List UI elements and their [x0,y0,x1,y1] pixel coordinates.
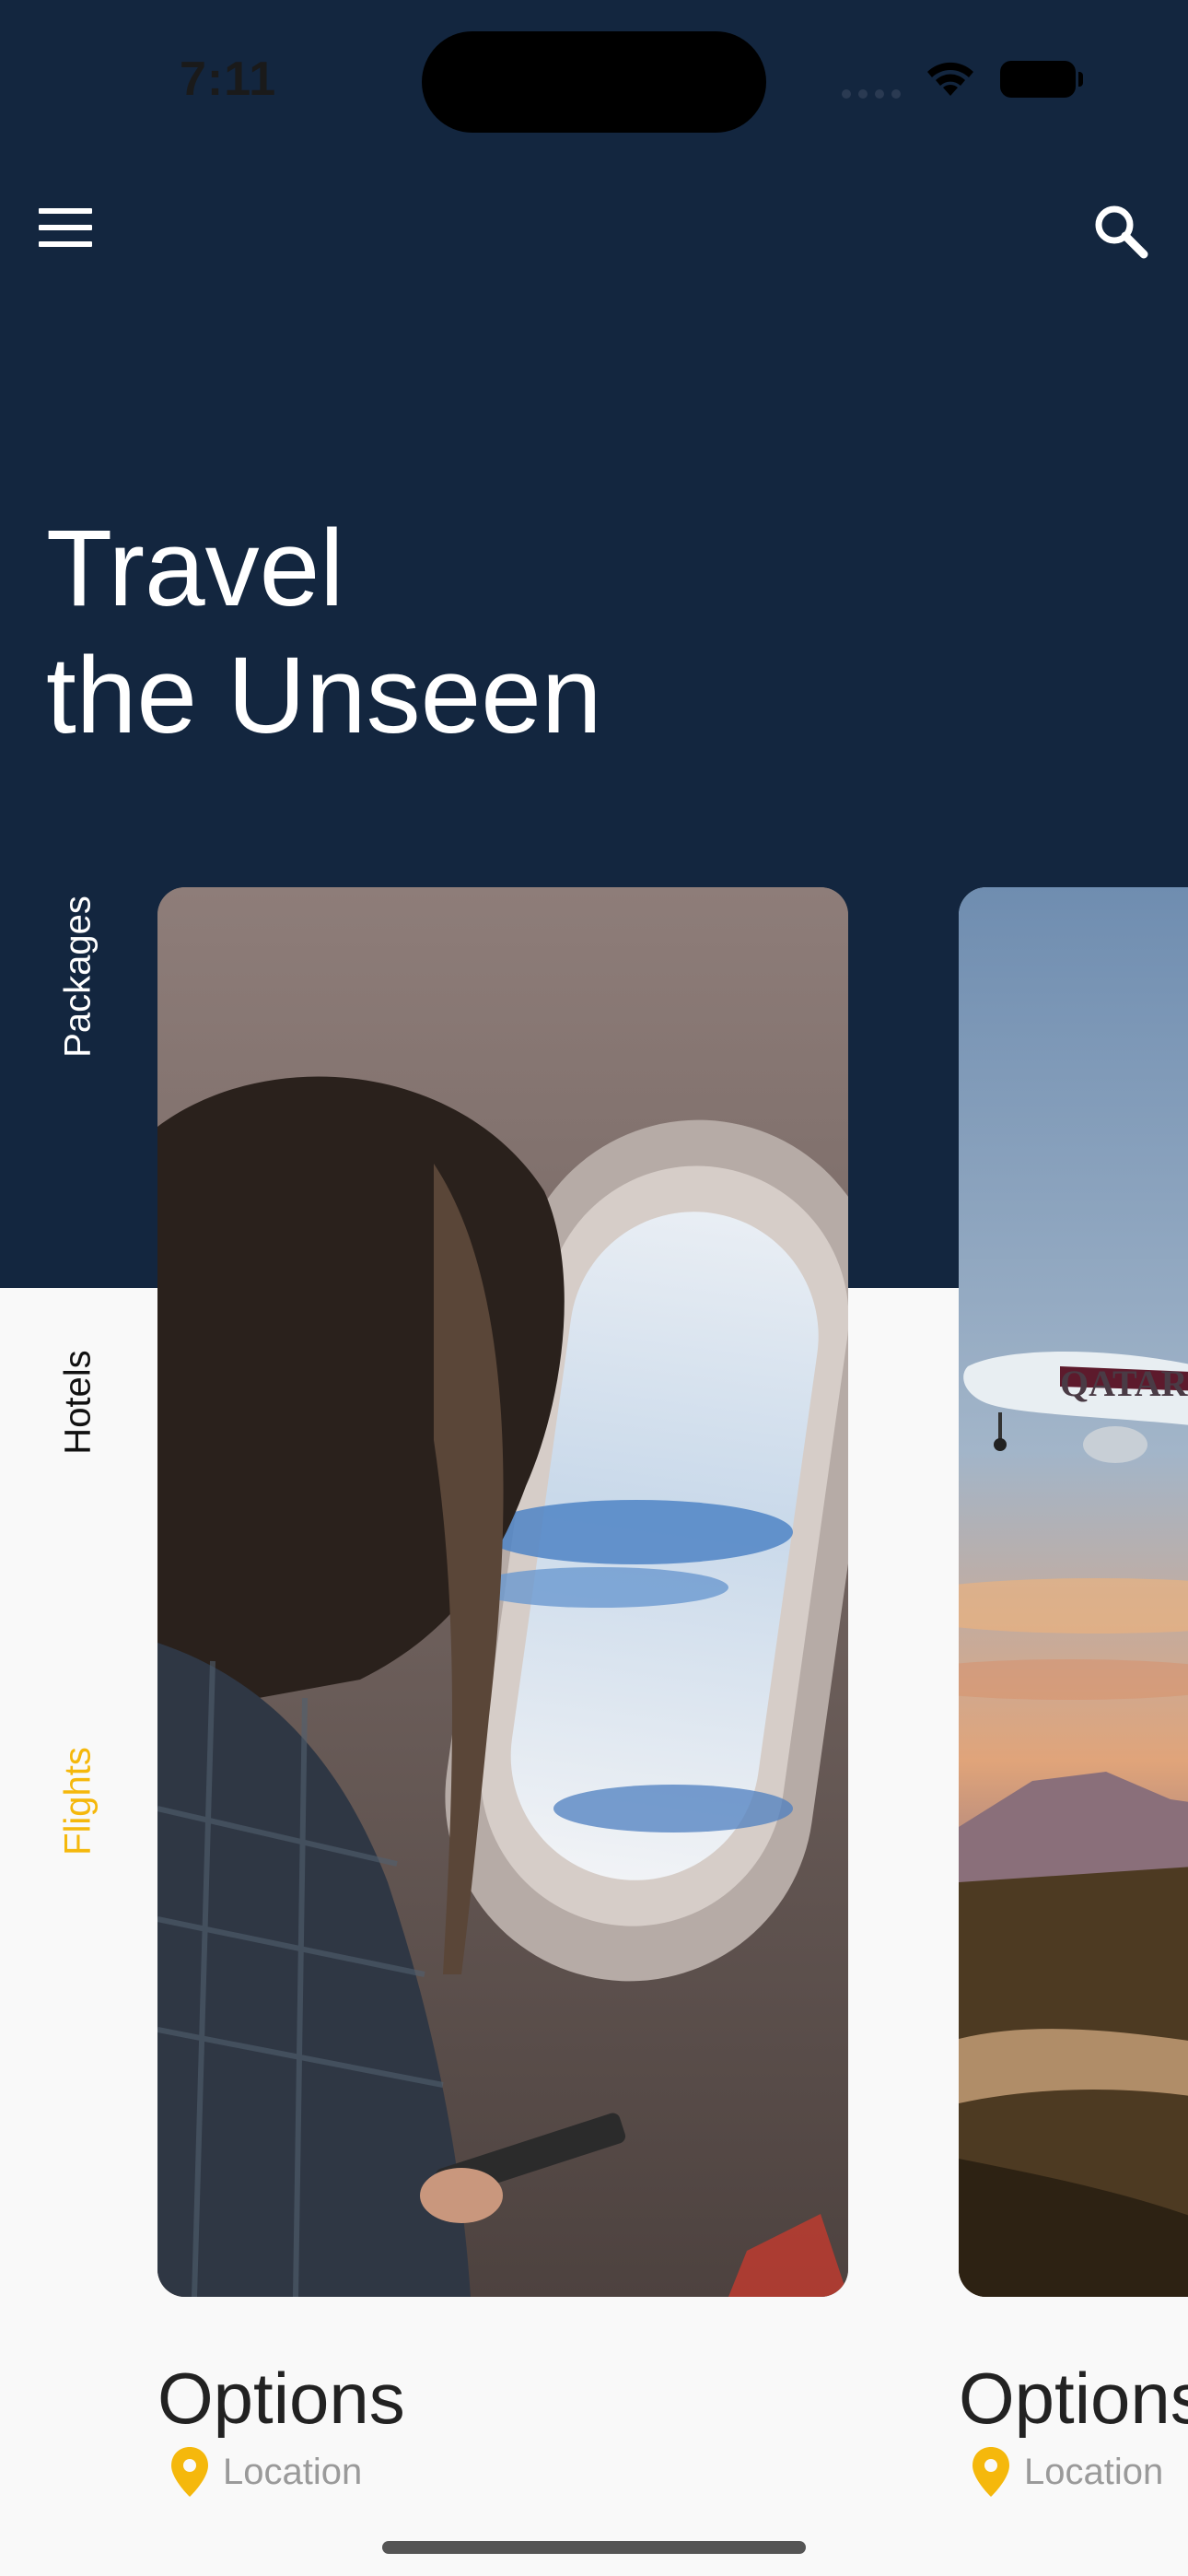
status-time: 7:11 [180,53,277,106]
tab-flights[interactable]: Flights [58,1747,99,1856]
home-indicator[interactable] [382,2541,806,2554]
card-2-location: Location [971,2445,1163,2499]
location-pin-icon [973,2447,1009,2497]
card-1-location: Location [169,2445,362,2499]
qatar-airplane-sunset-photo: QATAR [959,887,1188,2297]
card-1-location-text: Location [223,2451,363,2492]
destination-card-2[interactable]: QATAR [959,887,1188,2297]
wifi-icon [923,59,978,103]
hero-title: Travel the Unseen [46,505,602,759]
menu-icon[interactable] [39,208,92,247]
svg-text:QATAR: QATAR [1060,1363,1188,1404]
hero-line-1: Travel [46,508,344,629]
dynamic-island [422,31,766,133]
hero-line-2: the Unseen [46,635,602,756]
tab-hotels[interactable]: Hotels [58,1350,99,1454]
card-2-title: Options [959,2358,1188,2439]
battery-icon [1000,61,1083,98]
card-1-title: Options [157,2358,405,2439]
cellular-signal-icon [842,85,908,102]
destination-card-1[interactable] [157,887,848,2297]
search-icon[interactable] [1092,203,1149,260]
card-2-location-text: Location [1024,2451,1164,2492]
woman-at-airplane-window-photo [157,887,848,2297]
tab-packages[interactable]: Packages [58,896,99,1058]
location-pin-icon [171,2447,208,2497]
